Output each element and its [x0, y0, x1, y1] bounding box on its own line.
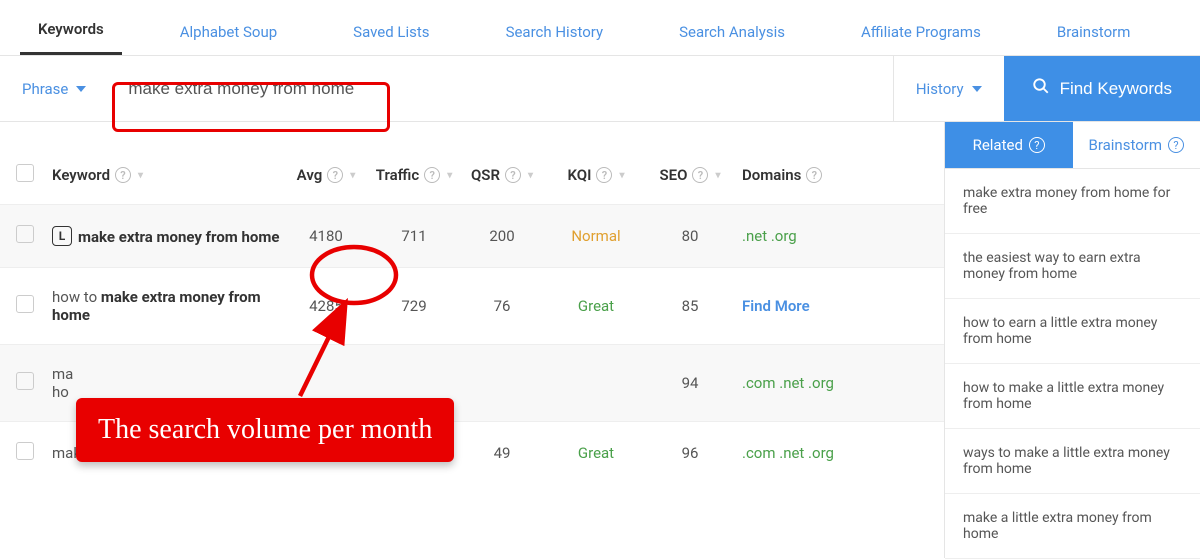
avg-cell: 4285 — [282, 297, 370, 315]
domains-cell[interactable]: .com .net .org — [742, 374, 834, 392]
keyword-search-input[interactable] — [114, 56, 892, 121]
help-icon[interactable]: ? — [692, 167, 708, 183]
avg-cell: 4180 — [282, 227, 370, 245]
tab-brainstorm[interactable]: Brainstorm — [1039, 7, 1149, 55]
column-header-domains[interactable]: Domains ? — [742, 166, 822, 184]
brainstorm-tab[interactable]: Brainstorm ? — [1073, 122, 1200, 168]
row-checkbox[interactable] — [16, 295, 34, 313]
related-item[interactable]: make a little extra money from home — [945, 494, 1200, 559]
related-tab[interactable]: Related ? — [945, 122, 1073, 168]
related-item[interactable]: the easiest way to earn extra money from… — [945, 234, 1200, 299]
find-more-link[interactable]: Find More — [742, 297, 810, 315]
tab-affiliate-programs[interactable]: Affiliate Programs — [843, 7, 999, 55]
tab-search-history[interactable]: Search History — [488, 7, 622, 55]
keyword-cell[interactable]: making extra money from home — [52, 444, 282, 462]
qsr-cell: 49 — [458, 444, 546, 462]
traffic-cell: 21 — [370, 444, 458, 462]
right-sidebar: Related ? Brainstorm ? make extra money … — [944, 122, 1200, 558]
keyword-cell[interactable]: Lmake extra money from home — [52, 226, 282, 246]
table-row: Lmake extra money from home 4180 711 200… — [0, 204, 944, 267]
help-icon[interactable]: ? — [596, 167, 612, 183]
kqi-cell: Normal — [546, 227, 646, 245]
help-icon[interactable]: ? — [806, 167, 822, 183]
column-header-qsr[interactable]: QSR ?▾ — [471, 166, 533, 184]
seo-cell: 80 — [646, 227, 734, 245]
traffic-cell: 711 — [370, 227, 458, 245]
kqi-cell: Great — [546, 444, 646, 462]
main-content: Keyword ?▾ Avg ?▾ Traffic ?▾ QSR ?▾ KQI … — [0, 122, 1200, 558]
related-item[interactable]: make extra money from home for free — [945, 169, 1200, 234]
column-header-traffic[interactable]: Traffic ?▾ — [376, 166, 452, 184]
top-nav: Keywords Alphabet Soup Saved Lists Searc… — [0, 0, 1200, 56]
related-item[interactable]: ways to make a little extra money from h… — [945, 429, 1200, 494]
right-sidebar-tabs: Related ? Brainstorm ? — [945, 122, 1200, 169]
search-icon — [1032, 77, 1050, 100]
related-item[interactable]: how to earn a little extra money from ho… — [945, 299, 1200, 364]
chevron-down-icon — [76, 86, 86, 92]
avg-cell: 118 — [282, 444, 370, 462]
history-dropdown[interactable]: History — [893, 56, 1004, 121]
help-icon[interactable]: ? — [1168, 137, 1184, 153]
select-all-checkbox[interactable] — [16, 164, 34, 182]
column-header-keyword[interactable]: Keyword ?▾ — [52, 166, 143, 184]
search-mode-dropdown[interactable]: Phrase — [0, 56, 114, 121]
table-row: maho 94 .com .net .org — [0, 344, 944, 421]
seo-cell: 85 — [646, 297, 734, 315]
table-row: making extra money from home 118 21 49 G… — [0, 421, 944, 484]
help-icon[interactable]: ? — [327, 167, 343, 183]
tab-saved-lists[interactable]: Saved Lists — [335, 7, 447, 55]
help-icon[interactable]: ? — [115, 167, 131, 183]
find-keywords-label: Find Keywords — [1060, 79, 1172, 99]
results-table-header: Keyword ?▾ Avg ?▾ Traffic ?▾ QSR ?▾ KQI … — [0, 146, 944, 204]
related-item[interactable]: how to make a little extra money from ho… — [945, 364, 1200, 429]
domains-cell[interactable]: .net .org — [742, 227, 797, 245]
column-header-avg[interactable]: Avg ?▾ — [297, 166, 356, 184]
results-panel: Keyword ?▾ Avg ?▾ Traffic ?▾ QSR ?▾ KQI … — [0, 122, 944, 558]
seo-cell: 94 — [646, 374, 734, 392]
tab-keywords[interactable]: Keywords — [20, 4, 122, 55]
row-checkbox[interactable] — [16, 442, 34, 460]
qsr-cell: 76 — [458, 297, 546, 315]
row-checkbox[interactable] — [16, 372, 34, 390]
row-checkbox[interactable] — [16, 225, 34, 243]
column-header-kqi[interactable]: KQI ?▾ — [568, 166, 625, 184]
history-label: History — [916, 80, 964, 98]
seo-cell: 96 — [646, 444, 734, 462]
help-icon[interactable]: ? — [424, 167, 440, 183]
kqi-cell: Great — [546, 297, 646, 315]
find-keywords-button[interactable]: Find Keywords — [1004, 56, 1200, 121]
search-bar: Phrase History Find Keywords — [0, 56, 1200, 122]
domains-cell[interactable]: .com .net .org — [742, 444, 834, 462]
help-icon[interactable]: ? — [505, 167, 521, 183]
help-icon[interactable]: ? — [1029, 137, 1045, 153]
keyword-cell[interactable]: maho — [52, 365, 282, 401]
chevron-down-icon — [972, 86, 982, 92]
search-mode-label: Phrase — [22, 80, 68, 98]
traffic-cell: 729 — [370, 297, 458, 315]
column-header-seo[interactable]: SEO ?▾ — [660, 166, 721, 184]
qsr-cell: 200 — [458, 227, 546, 245]
related-keywords-list: make extra money from home for free the … — [945, 169, 1200, 559]
tab-search-analysis[interactable]: Search Analysis — [661, 7, 803, 55]
tab-alphabet-soup[interactable]: Alphabet Soup — [162, 7, 295, 55]
keyword-cell[interactable]: how to make extra money from home — [52, 288, 282, 324]
list-badge-icon: L — [52, 226, 72, 246]
table-row: how to make extra money from home 4285 7… — [0, 267, 944, 344]
